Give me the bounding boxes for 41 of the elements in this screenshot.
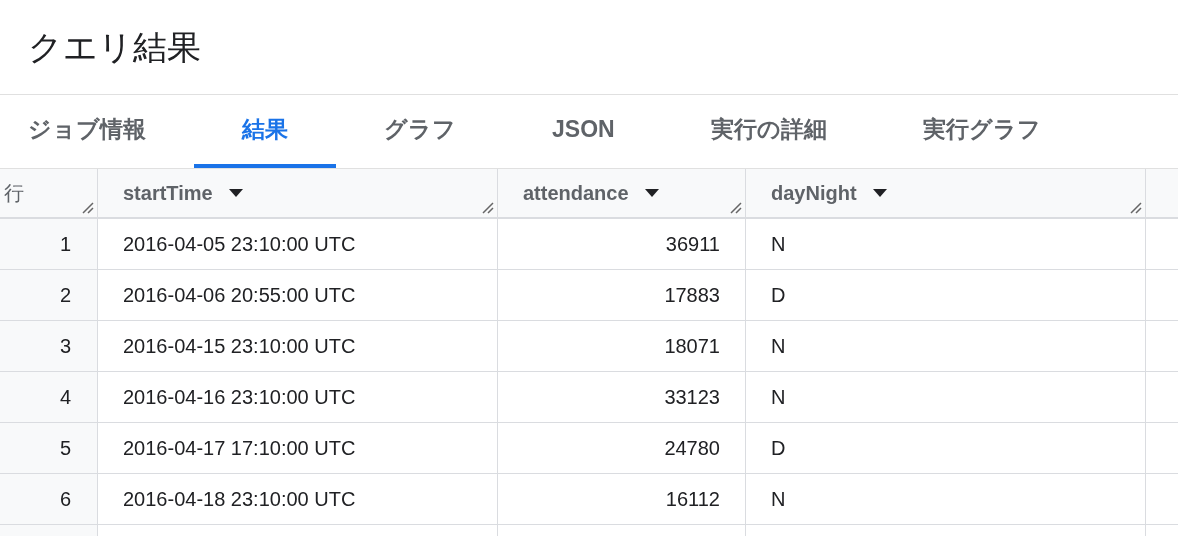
tab[interactable]: 実行グラフ xyxy=(874,95,1089,168)
resize-handle-icon[interactable] xyxy=(1130,202,1142,214)
row-number: 4 xyxy=(59,385,71,410)
table-cell-text: 2016-04-15 23:10:00 UTC xyxy=(123,334,356,359)
row-number-header: 行 xyxy=(3,181,24,206)
sort-caret-icon[interactable] xyxy=(644,189,659,197)
resize-handle-icon[interactable] xyxy=(482,202,494,214)
table-cell-text: D xyxy=(771,436,786,461)
table-cell-text: 2016-04-05 23:10:00 UTC xyxy=(123,232,356,257)
table-cell-text: 36911 xyxy=(665,232,720,257)
table-cell-text: N xyxy=(771,487,786,512)
table-cell-text: N xyxy=(771,232,786,257)
row-number: 3 xyxy=(59,334,71,359)
row-number: 2 xyxy=(59,283,71,308)
table-cell-text: D xyxy=(771,283,786,308)
tab[interactable]: ジョブ情報 xyxy=(0,95,194,168)
table-cell-text: 33123 xyxy=(664,385,720,410)
resize-handle-icon[interactable] xyxy=(82,202,94,214)
resize-handle-icon[interactable] xyxy=(730,202,742,214)
table-cell-text: 2016-04-06 20:55:00 UTC xyxy=(123,283,356,308)
tab[interactable]: グラフ xyxy=(336,95,504,168)
tab[interactable]: JSON xyxy=(504,95,663,168)
table-cell-text: 16112 xyxy=(665,487,720,512)
table-cell-text: 2016-04-16 23:10:00 UTC xyxy=(123,385,356,410)
table-cell-text: 2016-04-17 17:10:00 UTC xyxy=(123,436,356,461)
table-cell-text: N xyxy=(771,385,786,410)
sort-caret-icon[interactable] xyxy=(872,189,887,197)
panel-title: クエリ結果 xyxy=(28,26,201,68)
sort-caret-icon[interactable] xyxy=(228,189,243,197)
table-cell-text: 2016-04-18 23:10:00 UTC xyxy=(123,487,356,512)
column-header[interactable]: startTime xyxy=(123,178,213,208)
row-number: 6 xyxy=(59,487,71,512)
column-header[interactable]: attendance xyxy=(523,178,629,208)
column-header[interactable]: dayNight xyxy=(771,178,857,208)
tab[interactable]: 実行の詳細 xyxy=(662,95,875,168)
table-cell-text: 18071 xyxy=(664,334,720,359)
table-cell-text: 24780 xyxy=(664,436,720,461)
row-number: 5 xyxy=(59,436,71,461)
table-cell-text: N xyxy=(771,334,786,359)
row-number: 1 xyxy=(59,232,71,257)
table-cell-text: 17883 xyxy=(664,283,720,308)
